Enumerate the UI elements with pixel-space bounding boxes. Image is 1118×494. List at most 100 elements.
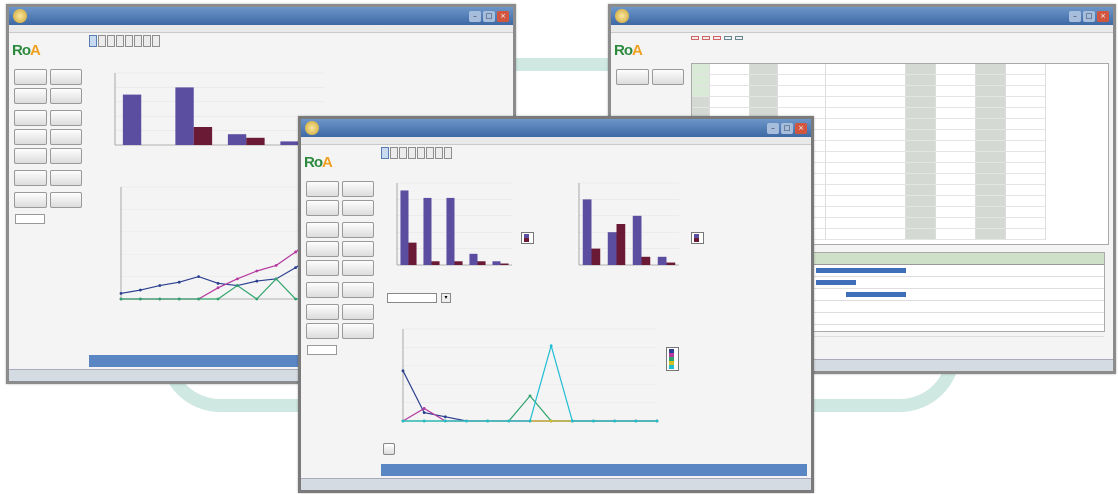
side-button[interactable]: [49, 69, 82, 85]
grid-cell: [826, 229, 906, 240]
tab[interactable]: [89, 35, 97, 47]
toolbar-chip[interactable]: [724, 36, 732, 40]
side-button[interactable]: [14, 148, 47, 164]
grid-cell: [906, 185, 936, 196]
toolbar-chip[interactable]: [702, 36, 710, 40]
grid-cell: [1006, 218, 1046, 229]
side-button[interactable]: [14, 192, 47, 208]
side-button[interactable]: [651, 69, 684, 85]
tab[interactable]: [98, 35, 106, 47]
side-button[interactable]: [14, 110, 47, 126]
bar: [193, 127, 213, 145]
close-icon[interactable]: ×: [1097, 10, 1109, 22]
tab[interactable]: [408, 147, 416, 159]
gantt-row: [806, 265, 1104, 277]
tab[interactable]: [381, 147, 389, 159]
toolbar-chip[interactable]: [691, 36, 699, 40]
side-button[interactable]: [341, 304, 374, 320]
side-button[interactable]: [14, 170, 47, 186]
data-point: [216, 281, 220, 285]
center-btn-grid-3: [304, 282, 376, 298]
logo: RoA: [304, 149, 376, 175]
minimize-icon[interactable]: –: [469, 10, 481, 22]
bar: [607, 232, 617, 265]
side-button[interactable]: [49, 148, 82, 164]
grid-cell: [976, 207, 1006, 218]
footer-select[interactable]: [15, 214, 45, 224]
side-button[interactable]: [306, 222, 339, 238]
data-point: [528, 394, 532, 398]
side-button[interactable]: [341, 181, 374, 197]
side-button[interactable]: [341, 282, 374, 298]
legend: [666, 347, 679, 371]
maximize-icon[interactable]: □: [483, 10, 495, 22]
center-side-footer: [304, 345, 376, 355]
side-button[interactable]: [341, 241, 374, 257]
data-point: [549, 344, 553, 348]
tab[interactable]: [426, 147, 434, 159]
query-button[interactable]: [383, 443, 395, 455]
logo: RoA: [614, 37, 686, 63]
side-button[interactable]: [306, 260, 339, 276]
close-icon[interactable]: ×: [795, 122, 807, 134]
grid-cell: [692, 64, 710, 75]
side-button[interactable]: [306, 200, 339, 216]
center-bottombar: [301, 478, 811, 490]
side-button[interactable]: [341, 222, 374, 238]
data-point: [422, 419, 426, 423]
toolbar-chip[interactable]: [735, 36, 743, 40]
tab[interactable]: [116, 35, 124, 47]
grid-cell: [976, 185, 1006, 196]
close-icon[interactable]: ×: [497, 10, 509, 22]
side-button[interactable]: [49, 129, 82, 145]
side-button[interactable]: [306, 282, 339, 298]
tab[interactable]: [444, 147, 452, 159]
grid-cell: [826, 119, 906, 130]
grid-cell: [906, 229, 936, 240]
footer-select[interactable]: [307, 345, 337, 355]
side-button[interactable]: [341, 260, 374, 276]
toolbar-chip[interactable]: [713, 36, 721, 40]
side-button[interactable]: [616, 69, 649, 85]
side-button[interactable]: [14, 69, 47, 85]
tab[interactable]: [399, 147, 407, 159]
grid-cell: [1006, 185, 1046, 196]
grid-cell: [906, 174, 936, 185]
chevron-down-icon[interactable]: ▾: [441, 293, 451, 303]
tab[interactable]: [435, 147, 443, 159]
side-button[interactable]: [341, 323, 374, 339]
tab[interactable]: [125, 35, 133, 47]
bar: [423, 197, 432, 265]
grid-cell: [976, 141, 1006, 152]
side-button[interactable]: [341, 200, 374, 216]
tab[interactable]: [134, 35, 142, 47]
tab[interactable]: [152, 35, 160, 47]
tab[interactable]: [417, 147, 425, 159]
maximize-icon[interactable]: □: [781, 122, 793, 134]
grid-cell: [826, 141, 906, 152]
side-button[interactable]: [49, 192, 82, 208]
side-button[interactable]: [14, 88, 47, 104]
grid-cell: [906, 108, 936, 119]
side-button[interactable]: [49, 110, 82, 126]
gantt-header: [806, 253, 1104, 265]
grid-cell: [750, 86, 778, 97]
side-button[interactable]: [306, 241, 339, 257]
data-point: [401, 369, 405, 373]
side-button[interactable]: [306, 304, 339, 320]
minimize-icon[interactable]: –: [1069, 10, 1081, 22]
maximize-icon[interactable]: □: [1083, 10, 1095, 22]
side-button[interactable]: [306, 323, 339, 339]
data-point: [158, 297, 162, 301]
tab[interactable]: [107, 35, 115, 47]
data-point: [294, 266, 297, 270]
side-button[interactable]: [14, 129, 47, 145]
filter-combo[interactable]: [387, 293, 437, 303]
minimize-icon[interactable]: –: [767, 122, 779, 134]
side-button[interactable]: [49, 170, 82, 186]
tab[interactable]: [390, 147, 398, 159]
tab[interactable]: [143, 35, 151, 47]
grid-cell: [936, 196, 976, 207]
side-button[interactable]: [306, 181, 339, 197]
side-button[interactable]: [49, 88, 82, 104]
